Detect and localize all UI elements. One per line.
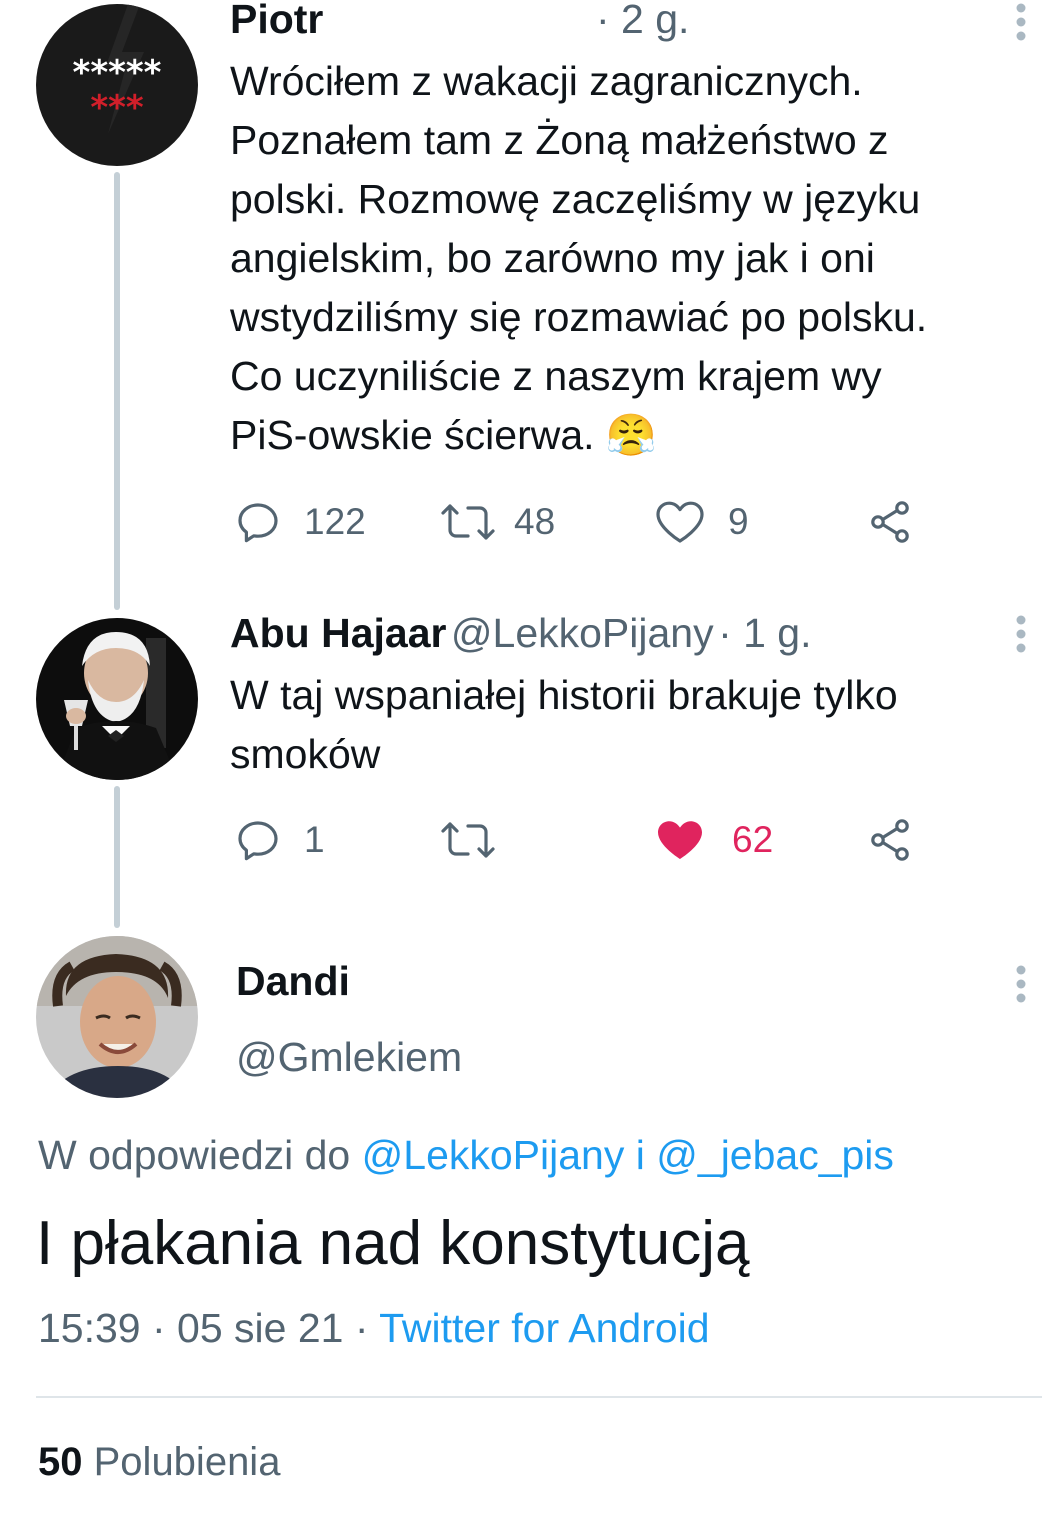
retweet-icon (441, 822, 495, 858)
likes-summary[interactable]: 50 Polubienia (38, 1440, 280, 1485)
retweet-button[interactable] (440, 810, 496, 870)
avatar[interactable] (36, 936, 198, 1098)
like-count: 62 (732, 819, 774, 860)
share-icon (871, 819, 909, 861)
like-count: 9 (728, 501, 749, 542)
reply-prefix: W odpowiedzi do (38, 1132, 351, 1178)
share-button[interactable] (866, 492, 914, 552)
share-icon (871, 501, 909, 543)
author-handle[interactable]: @Gmlekiem (236, 1034, 462, 1081)
tweet-text-line: polski. Rozmowę zaczęliśmy w języku (230, 176, 921, 222)
mention-link[interactable]: @LekkoPijany (362, 1132, 625, 1178)
tweet-text-line: Co uczyniliście z naszym krajem wy (230, 353, 882, 399)
more-icon[interactable] (1006, 612, 1036, 656)
tweet-text: I płakania nad konstytucją (36, 1209, 750, 1278)
tweet-text-line: PiS-owskie ścierwa. 😤 (230, 412, 657, 458)
author-name[interactable]: Piotr (230, 0, 323, 42)
reply-icon (238, 821, 278, 861)
tweet-text-line: W taj wspaniałej historii brakuje tylko (230, 672, 898, 718)
reply-button[interactable]: 1 (234, 810, 325, 870)
avatar-stars-top: ***** (73, 53, 162, 93)
avatar[interactable]: ***** *** (36, 4, 198, 166)
tweet-text-line: wstydziliśmy się rozmawiać po polsku. (230, 294, 928, 340)
likes-count: 50 (38, 1440, 83, 1484)
mention-link[interactable]: @_jebac_pis (656, 1132, 894, 1178)
reply-context: W odpowiedzi do @LekkoPijany i @_jebac_p… (38, 1132, 894, 1179)
tweet-text-line: Wróciłem z wakacji zagranicznych. (230, 58, 863, 104)
reply-icon (238, 503, 278, 543)
tweet-header: Piotr (230, 0, 323, 46)
reply-count: 1 (304, 819, 325, 860)
avatar[interactable] (36, 618, 198, 780)
tweet-text-line: Poznałem tam z Żoną małżeństwo z (230, 117, 889, 163)
author-name[interactable]: Abu Hajaar (230, 610, 446, 656)
likes-label: Polubienia (93, 1440, 281, 1484)
more-icon[interactable] (1006, 962, 1036, 1006)
retweet-count: 48 (514, 501, 556, 542)
tweet-meta: 15:39 · 05 sie 21 · Twitter for Android (38, 1305, 710, 1352)
like-button[interactable]: 62 (654, 810, 773, 870)
retweet-button[interactable]: 48 (440, 492, 555, 552)
avatar-image (36, 936, 198, 1098)
like-button[interactable]: 9 (654, 492, 749, 552)
retweet-icon (441, 504, 495, 540)
like-icon-filled (658, 821, 702, 859)
reply-joiner: i (635, 1132, 645, 1178)
tweet-text: W taj wspaniałej historii brakuje tylko … (230, 666, 1020, 784)
reply-count: 122 (304, 501, 366, 542)
tweet-actions: 1 62 (230, 810, 930, 870)
like-icon (656, 501, 704, 543)
thread-line-1 (114, 172, 120, 610)
avatar-image: ***** *** (36, 4, 198, 166)
avatar-image (36, 618, 198, 780)
tweet-actions: 122 48 9 (230, 492, 930, 552)
tweet-text-line: angielskim, bo zarówno my jak i oni (230, 235, 875, 281)
thread-line-2 (114, 786, 120, 928)
divider (36, 1396, 1042, 1398)
author-handle[interactable]: @LekkoPijany (451, 610, 714, 656)
tweet-time[interactable]: · 1 g. (718, 610, 811, 656)
timestamp: 15:39 · 05 sie 21 · (38, 1305, 369, 1351)
tweet-text: Wróciłem z wakacji zagranicznych. Poznał… (230, 52, 1020, 465)
tweet-time[interactable]: · 2 g. (596, 0, 689, 43)
reply-button[interactable]: 122 (234, 492, 366, 552)
tweet-text-line: smoków (230, 731, 381, 777)
author-name[interactable]: Dandi (236, 958, 350, 1005)
share-button[interactable] (866, 810, 914, 870)
tweet-header: Abu Hajaar @LekkoPijany · 1 g. (230, 610, 812, 657)
source-link[interactable]: Twitter for Android (379, 1305, 709, 1351)
avatar-stars-bottom: *** (90, 88, 144, 128)
more-icon[interactable] (1006, 0, 1036, 44)
